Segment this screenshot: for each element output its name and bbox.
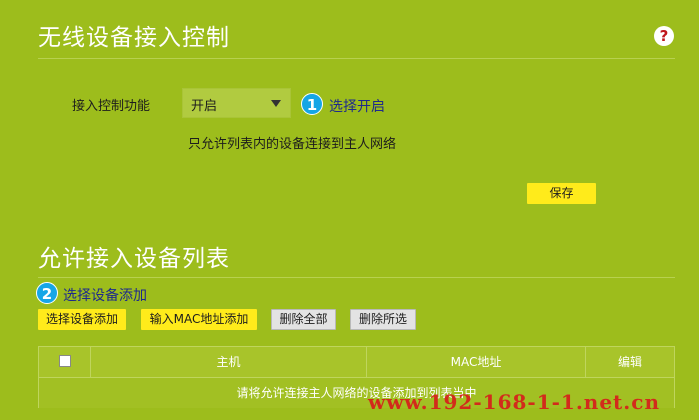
column-edit: 编辑 <box>617 355 642 369</box>
input-mac-add-button[interactable]: 输入MAC地址添加 <box>141 309 257 330</box>
chevron-down-icon <box>271 100 281 107</box>
step-2-badge: 2 <box>36 282 58 304</box>
divider <box>38 277 675 278</box>
access-control-title: 无线设备接入控制 <box>38 25 230 51</box>
save-button[interactable]: 保存 <box>527 183 596 204</box>
select-all-checkbox[interactable] <box>59 355 71 367</box>
access-control-description: 只允许列表内的设备连接到主人网络 <box>188 137 397 152</box>
column-mac: MAC地址 <box>450 355 502 369</box>
watermark: www.192-168-1-1.net.cn <box>368 390 660 414</box>
table-header: 主机 MAC地址 编辑 <box>39 347 674 378</box>
delete-selected-button[interactable]: 删除所选 <box>350 309 416 330</box>
access-control-function-label: 接入控制功能 <box>72 99 151 114</box>
delete-all-button[interactable]: 删除全部 <box>271 309 336 330</box>
question-icon[interactable]: ? <box>654 26 674 46</box>
allowed-list-title: 允许接入设备列表 <box>38 246 230 272</box>
step-1-badge: 1 <box>301 93 323 115</box>
select-device-add-button[interactable]: 选择设备添加 <box>38 309 126 330</box>
step-2-text: 选择设备添加 <box>63 288 147 304</box>
step-1-text: 选择开启 <box>329 99 385 115</box>
column-host: 主机 <box>216 355 241 369</box>
access-control-select-value: 开启 <box>191 99 218 114</box>
access-control-select[interactable]: 开启 <box>182 88 291 118</box>
divider <box>38 58 675 59</box>
